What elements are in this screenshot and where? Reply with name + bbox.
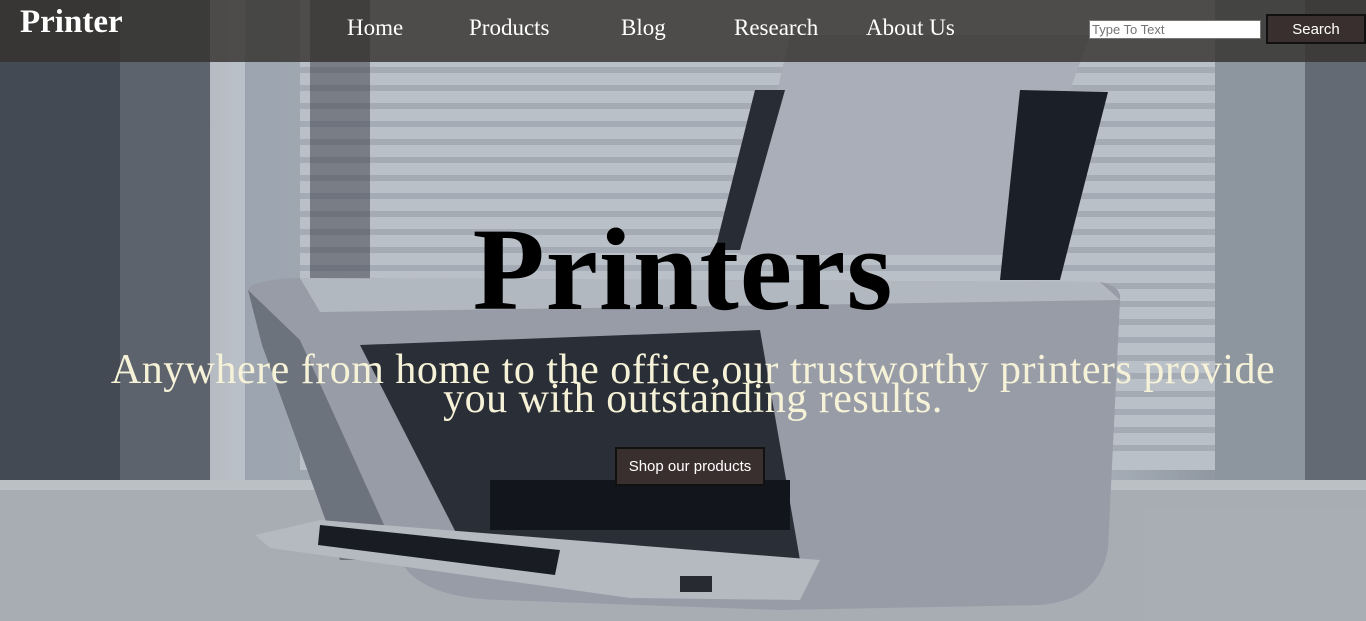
- top-navbar: Printer Home Products Blog Research Abou…: [0, 0, 1366, 62]
- site-logo[interactable]: Printer: [20, 2, 123, 42]
- nav-link-about-us[interactable]: About Us: [866, 12, 955, 44]
- nav-link-products[interactable]: Products: [469, 12, 550, 44]
- nav-link-home[interactable]: Home: [347, 12, 403, 44]
- shop-products-button[interactable]: Shop our products: [615, 447, 765, 486]
- search-input[interactable]: [1089, 20, 1261, 39]
- nav-link-research[interactable]: Research: [734, 12, 818, 44]
- search-button[interactable]: Search: [1266, 14, 1366, 44]
- hero-subtitle: Anywhere from home to the office,our tru…: [110, 347, 1276, 422]
- nav-link-blog[interactable]: Blog: [621, 12, 666, 44]
- hero-title: Printers: [472, 204, 894, 335]
